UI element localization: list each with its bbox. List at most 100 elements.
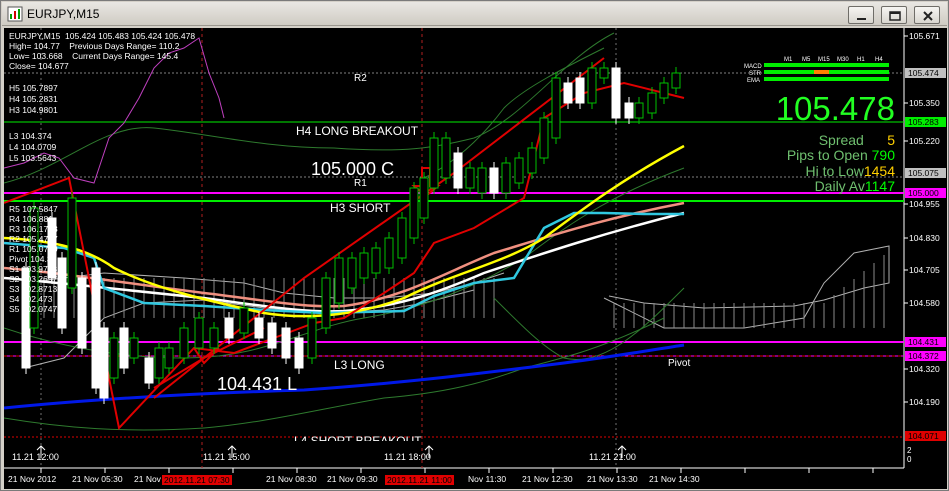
candle-body [321, 277, 331, 329]
candle-body [501, 162, 511, 194]
tf-row-ema: EMA [747, 78, 761, 84]
candle-body [587, 67, 597, 104]
price-axis-label: 104.580 [909, 298, 940, 308]
candle-body [575, 77, 585, 104]
candle-body [129, 337, 139, 359]
candle-body [671, 72, 681, 89]
candle-body [164, 347, 174, 369]
price-axis-label: 104.955 [909, 199, 940, 209]
tf-header-m30: M30 [837, 57, 849, 63]
minimize-icon [857, 18, 866, 20]
candle-body [514, 157, 524, 184]
time-axis-badge: 2012.11.21 07:30 [162, 475, 232, 485]
session-marker: 11.21 12:00 [12, 452, 59, 462]
pivot-label-l5: L5 103.5643 [9, 153, 57, 163]
pips-to-open-row: Pips to Open 790 [787, 147, 895, 163]
daily-avg-label: Daily Av [814, 178, 865, 194]
pivot-label-r1: R1 105.0799 [9, 244, 58, 254]
candle-body [99, 327, 109, 399]
price-chart[interactable]: EURJPY,M15 105.424 105.483 105.424 105.4… [4, 28, 947, 489]
close-button[interactable] [914, 6, 940, 24]
pivot-label-h4: H4 105.2831 [9, 94, 58, 104]
time-axis-label: 21 Nov 09:30 [327, 474, 378, 484]
symbol-info-line3: Low= 103.668 Current Days Range= 145.4 [9, 51, 179, 61]
tf-row-str: STR [749, 71, 761, 77]
session-marker: 11.21 18:00 [384, 452, 431, 462]
level-label-l3-long: L3 LONG [334, 358, 385, 372]
tf-header-h1: H1 [857, 57, 865, 63]
time-axis-label: 21 Nov 08:30 [266, 474, 317, 484]
pivot-label-s2: S2 103.2697 [9, 274, 58, 284]
level-label-r1: R1 [354, 178, 367, 189]
window-title: EURJPY,M15 [27, 7, 100, 21]
pivot-label-r2: R2 105.4737 [9, 234, 58, 244]
chart-window-icon [7, 6, 23, 22]
pivot-label-pivot: Pivot 104.37 [9, 254, 57, 264]
candle-body [239, 307, 249, 334]
restore-icon [889, 11, 901, 21]
candle-body [624, 102, 634, 119]
price-badge-pivot: 104.372 [905, 351, 946, 361]
candle-body [419, 177, 429, 219]
candle-body [489, 167, 499, 194]
price-axis-label: 104.190 [909, 397, 940, 407]
candle-body [647, 92, 657, 114]
tf-header-m5: M5 [802, 57, 811, 63]
tf-header-m1: M1 [784, 57, 793, 63]
axis-corner-label: 20 [907, 446, 912, 464]
candle-body [119, 327, 129, 369]
candle-body [57, 257, 67, 329]
pivot-label-s1: S1 103.9733 [9, 264, 58, 274]
candle-body [267, 322, 277, 349]
time-axis-label: 21 Nov 14:30 [649, 474, 700, 484]
title-bar[interactable]: EURJPY,M15 [2, 2, 947, 26]
pivot-label-s4: S4 102.473 [9, 294, 53, 304]
candle-body [77, 277, 87, 349]
candle-body [144, 357, 154, 384]
candle-body [371, 247, 381, 274]
price-axis-label: 104.830 [909, 233, 940, 243]
candle-body [539, 117, 549, 159]
candle-body [179, 327, 189, 359]
candle-body [347, 257, 357, 289]
current-price: 105.478 [775, 90, 895, 127]
time-axis-label: 21 Nov 13:30 [587, 474, 638, 484]
level-label-pivot: Pivot [668, 358, 691, 369]
candle-body [611, 67, 621, 119]
candle-body [109, 337, 119, 379]
hi-to-low-label: Hi to Low [805, 163, 864, 179]
price-badge-l4: 104.071 [905, 431, 946, 441]
pivot-label-h3: H3 104.9801 [9, 105, 58, 115]
restore-button[interactable] [881, 6, 907, 24]
candle-body [91, 267, 101, 389]
candle-body [281, 327, 291, 359]
minimize-button[interactable] [848, 6, 874, 24]
tf-row-macd: MACD [744, 64, 762, 70]
hi-to-low-row: Hi to Low1454 [805, 163, 895, 179]
time-axis-label: 21 Nov 2012 [8, 474, 57, 484]
symbol-info-line1: EURJPY,M15 105.424 105.483 105.424 105.4… [9, 31, 196, 41]
price-badge-l3-low: 104.431 [905, 337, 946, 347]
tf-header-h4: H4 [875, 57, 883, 63]
price-axis-label: 105.220 [909, 136, 940, 146]
candle-body [563, 82, 573, 104]
price-axis-label: 104.705 [909, 265, 940, 275]
time-axis-badge: 2012.11.21 11:00 [385, 475, 454, 485]
symbol-info-line2: High= 104.77 Previous Days Range= 110.2 [9, 41, 180, 51]
candle-body [551, 77, 561, 139]
candle-body [209, 327, 219, 349]
candle-body [154, 347, 164, 379]
time-axis-label: 21 Nov 05:30 [72, 474, 123, 484]
daily-avg-row: Daily Av1147 [815, 178, 895, 194]
candle-body [429, 137, 439, 189]
price-badge-h4: 105.283 [905, 117, 946, 127]
spread-row: Spread 5 [819, 132, 895, 148]
candle-body [409, 187, 419, 239]
candle-body [224, 317, 234, 339]
daily-avg-value: 1147 [864, 178, 895, 194]
chart-window: EURJPY,M15 EURJPY,M15 105.424 105.483 10… [0, 0, 949, 491]
price-axis-label: 105.671 [909, 31, 940, 41]
candle-body [254, 317, 264, 339]
level-label-h4-long-breakout: H4 LONG BREAKOUT [296, 124, 419, 138]
symbol-info-line4: Close= 104.677 [9, 61, 69, 71]
